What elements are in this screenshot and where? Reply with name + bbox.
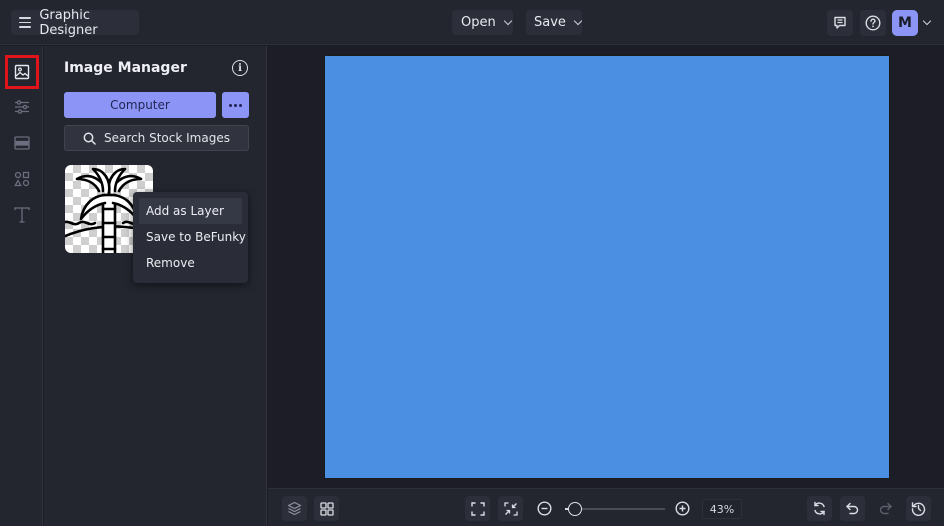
- layout-icon: [14, 136, 30, 150]
- image-icon: [14, 64, 30, 80]
- rail-item-graphics[interactable]: [5, 162, 39, 196]
- collapse-icon: [503, 501, 518, 516]
- design-canvas[interactable]: [324, 55, 890, 479]
- history-button[interactable]: [906, 496, 931, 521]
- shapes-icon: [14, 171, 30, 187]
- fit-to-screen-button[interactable]: [465, 496, 490, 521]
- refresh-icon: [814, 501, 825, 516]
- search-stock-images-button[interactable]: Search Stock Images: [64, 125, 249, 151]
- save-label: Save: [534, 15, 566, 30]
- zoom-out-icon[interactable]: [537, 501, 552, 516]
- grid-icon: [319, 501, 334, 516]
- help-icon: [865, 15, 881, 31]
- account-chevron-down-icon[interactable]: [922, 16, 932, 26]
- menu-item-save-to-befunky[interactable]: Save to BeFunky: [139, 224, 246, 250]
- undo-button[interactable]: [840, 496, 865, 521]
- actual-size-button[interactable]: [498, 496, 523, 521]
- top-bar: Graphic Designer Open Save M: [0, 0, 944, 45]
- bottom-toolbar: 43%: [268, 488, 944, 526]
- zoom-in-icon[interactable]: [675, 501, 690, 516]
- rail-item-text[interactable]: [5, 198, 39, 232]
- rail-item-adjustments[interactable]: [5, 90, 39, 124]
- upload-from-computer-button[interactable]: Computer: [64, 92, 216, 118]
- layers-icon: [287, 501, 302, 516]
- workspace: [268, 46, 944, 488]
- info-icon[interactable]: i: [232, 60, 248, 76]
- more-options-button[interactable]: [222, 92, 249, 118]
- image-manager-panel: Image Manager i Computer Search Stock Im…: [44, 46, 267, 526]
- comment-icon: [834, 16, 846, 29]
- layers-button[interactable]: [282, 496, 307, 521]
- user-avatar[interactable]: M: [892, 10, 918, 36]
- refresh-button[interactable]: [807, 496, 832, 521]
- search-stock-label: Search Stock Images: [104, 131, 230, 145]
- help-button[interactable]: [860, 10, 886, 36]
- search-icon: [83, 132, 96, 145]
- main-menu-button[interactable]: Graphic Designer: [11, 7, 139, 38]
- zoom-slider[interactable]: [565, 502, 665, 516]
- feedback-button[interactable]: [827, 10, 853, 36]
- redo-icon: [879, 502, 892, 515]
- app-title: Graphic Designer: [39, 7, 98, 38]
- history-icon: [911, 502, 926, 516]
- undo-icon: [846, 502, 859, 515]
- hamburger-icon: [19, 17, 32, 28]
- grid-view-button[interactable]: [314, 496, 339, 521]
- sliders-icon: [15, 100, 29, 114]
- tool-rail: [0, 46, 43, 526]
- open-button[interactable]: Open: [452, 10, 513, 35]
- thumbnail-context-menu: Add as Layer Save to BeFunky Remove: [133, 192, 248, 283]
- chevron-down-icon: [503, 16, 512, 25]
- open-label: Open: [461, 15, 496, 30]
- zoom-percent[interactable]: 43%: [702, 499, 742, 519]
- dot: [234, 103, 237, 107]
- rail-item-image-manager[interactable]: [5, 55, 39, 89]
- save-button[interactable]: Save: [526, 10, 583, 35]
- dot: [229, 103, 232, 107]
- menu-item-remove[interactable]: Remove: [139, 250, 242, 276]
- rail-item-layouts[interactable]: [5, 126, 39, 160]
- redo-button[interactable]: [873, 496, 898, 521]
- dot: [239, 103, 242, 107]
- menu-item-add-as-layer[interactable]: Add as Layer: [139, 198, 242, 224]
- chevron-down-icon: [573, 16, 583, 25]
- text-icon: [14, 207, 30, 223]
- zoom-slider-knob[interactable]: [568, 502, 582, 516]
- app-window: Graphic Designer Open Save M Image Manag…: [0, 0, 944, 526]
- panel-title: Image Manager: [64, 60, 187, 76]
- expand-icon: [470, 501, 485, 516]
